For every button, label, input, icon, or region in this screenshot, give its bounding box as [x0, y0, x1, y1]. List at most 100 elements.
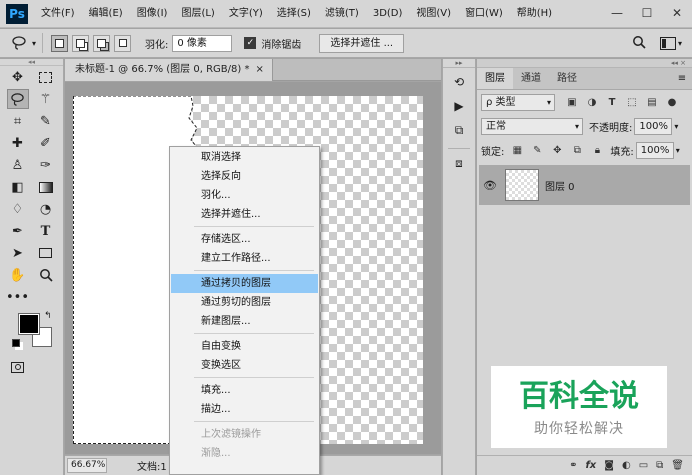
- layer-row[interactable]: 👁︎ 图层 0: [479, 165, 690, 205]
- subtract-selection-mode-button[interactable]: [93, 34, 111, 52]
- history-panel-icon[interactable]: ⟲: [448, 72, 470, 92]
- context-menu-item[interactable]: 填充...: [171, 381, 318, 400]
- layer-name[interactable]: 图层 0: [545, 178, 575, 193]
- quick-mask-icon[interactable]: [7, 357, 29, 377]
- context-menu-item[interactable]: 建立工作路径...: [171, 249, 318, 268]
- select-and-mask-button[interactable]: 选择并遮住 ...: [319, 33, 405, 53]
- fill-chevron-icon[interactable]: ▾: [676, 146, 680, 155]
- adjustment-filter-icon[interactable]: ◑: [585, 95, 599, 109]
- trash-icon[interactable]: 🗑︎: [671, 460, 684, 471]
- menu-item[interactable]: 图层(L): [174, 0, 221, 28]
- dodge-tool-icon[interactable]: ◔: [35, 199, 57, 219]
- zoom-field[interactable]: 66.67%: [67, 458, 107, 473]
- context-menu-item[interactable]: 存储选区...: [171, 230, 318, 249]
- tool-preset-chevron-icon[interactable]: ▾: [32, 39, 36, 48]
- context-menu-item[interactable]: 新建图层...: [171, 312, 318, 331]
- foreground-color-swatch[interactable]: [18, 313, 40, 335]
- fx-icon[interactable]: fx: [585, 460, 596, 471]
- workspace-icon[interactable]: ▾: [659, 36, 682, 50]
- crop-tool-icon[interactable]: ⌗: [7, 111, 29, 131]
- type-tool-icon[interactable]: T: [35, 221, 57, 241]
- minimize-button[interactable]: —: [602, 0, 632, 26]
- group-icon[interactable]: ▭: [639, 460, 648, 471]
- intersect-selection-mode-button[interactable]: [114, 34, 132, 52]
- blend-mode-select[interactable]: 正常 ▾: [481, 117, 583, 135]
- menu-item[interactable]: 文字(Y): [222, 0, 270, 28]
- antialias-checkbox[interactable]: ✓: [244, 37, 257, 49]
- context-menu-item[interactable]: 选择反向: [171, 167, 318, 186]
- context-menu-item[interactable]: 通过拷贝的图层: [171, 274, 318, 293]
- context-menu-item[interactable]: 自由变换: [171, 337, 318, 356]
- eraser-tool-icon[interactable]: ◧: [7, 177, 29, 197]
- fill-input[interactable]: 100%: [635, 141, 674, 159]
- menu-item[interactable]: 文件(F): [34, 0, 82, 28]
- menu-item[interactable]: 滤镜(T): [318, 0, 366, 28]
- shape-filter-icon[interactable]: ⬚: [625, 95, 639, 109]
- lasso-tool-icon[interactable]: [6, 89, 29, 109]
- rectangle-tool-icon[interactable]: [35, 243, 57, 263]
- default-colors-icon[interactable]: [12, 339, 20, 347]
- close-tab-icon[interactable]: ×: [255, 64, 263, 75]
- menu-item[interactable]: 3D(D): [366, 0, 410, 28]
- filter-kind-select[interactable]: ρ 类型 ▾: [481, 93, 555, 111]
- filter-toggle-icon[interactable]: ●: [665, 95, 679, 109]
- gradient-tool-icon[interactable]: [35, 177, 57, 197]
- swap-colors-icon[interactable]: ↰: [44, 311, 52, 321]
- tab-layers[interactable]: 图层: [477, 68, 513, 89]
- layer-thumbnail[interactable]: [505, 169, 539, 201]
- actions-panel-icon[interactable]: ▶: [448, 96, 470, 116]
- context-menu-item[interactable]: 通过剪切的图层: [171, 293, 318, 312]
- maximize-button[interactable]: ☐: [632, 0, 662, 26]
- tools-collapse-icon[interactable]: ◂◂: [0, 58, 63, 66]
- history-brush-tool-icon[interactable]: ✑: [35, 155, 57, 175]
- brush-tool-icon[interactable]: ✐: [35, 133, 57, 153]
- new-selection-mode-button[interactable]: [51, 34, 69, 52]
- panel-collapse-icon[interactable]: ◂◂ ×: [477, 59, 692, 68]
- panel-menu-icon[interactable]: ≡: [672, 68, 692, 89]
- link-icon[interactable]: ⚭: [569, 460, 577, 471]
- lock-transparency-icon[interactable]: ▦: [510, 143, 524, 157]
- add-selection-mode-button[interactable]: [72, 34, 90, 52]
- zoom-tool-icon[interactable]: [35, 265, 57, 285]
- context-menu-item[interactable]: 描边...: [171, 400, 318, 419]
- blur-tool-icon[interactable]: ♢: [7, 199, 29, 219]
- menu-item[interactable]: 编辑(E): [82, 0, 130, 28]
- clone-stamp-tool-icon[interactable]: ♙: [7, 155, 29, 175]
- properties-panel-icon[interactable]: ⧈: [448, 153, 470, 173]
- pixel-filter-icon[interactable]: ▣: [565, 95, 579, 109]
- mask-icon[interactable]: ◙: [604, 460, 614, 471]
- type-filter-icon[interactable]: T: [605, 95, 619, 109]
- opacity-chevron-icon[interactable]: ▾: [674, 122, 678, 131]
- feather-input[interactable]: 0 像素: [172, 34, 233, 52]
- menu-item[interactable]: 选择(S): [270, 0, 318, 28]
- lock-all-icon[interactable]: 🔒︎: [590, 143, 604, 157]
- context-menu-item[interactable]: 变换选区: [171, 356, 318, 375]
- menu-item[interactable]: 帮助(H): [510, 0, 559, 28]
- context-menu-item[interactable]: 选择并遮住...: [171, 205, 318, 224]
- lock-position-icon[interactable]: ✥: [550, 143, 564, 157]
- search-icon[interactable]: [632, 35, 646, 52]
- context-menu-item[interactable]: 取消选择: [171, 148, 318, 167]
- context-menu-item[interactable]: 羽化...: [171, 186, 318, 205]
- 3d-panel-icon[interactable]: ⧉: [448, 120, 470, 140]
- eyedropper-tool-icon[interactable]: ✎: [35, 111, 57, 131]
- opacity-input[interactable]: 100%: [634, 117, 673, 135]
- tab-channels[interactable]: 通道: [513, 68, 549, 89]
- menu-item[interactable]: 视图(V): [409, 0, 458, 28]
- path-selection-tool-icon[interactable]: ➤: [7, 243, 29, 263]
- lock-pixels-icon[interactable]: ✎: [530, 143, 544, 157]
- close-window-button[interactable]: ✕: [662, 0, 692, 26]
- adjustment-icon[interactable]: ◐: [622, 460, 631, 471]
- hand-tool-icon[interactable]: ✋: [7, 265, 29, 285]
- strip-collapse-icon[interactable]: ▸▸: [443, 59, 475, 68]
- lock-artboard-icon[interactable]: ⧉: [570, 143, 584, 157]
- tab-paths[interactable]: 路径: [549, 68, 585, 89]
- move-tool-icon[interactable]: ✥: [7, 67, 29, 87]
- eye-icon[interactable]: 👁︎: [479, 179, 501, 192]
- smart-object-filter-icon[interactable]: ▤: [645, 95, 659, 109]
- edit-toolbar-icon[interactable]: •••: [6, 287, 29, 307]
- document-tab[interactable]: 未标题-1 @ 66.7% (图层 0, RGB/8) * ×: [65, 59, 273, 81]
- pen-tool-icon[interactable]: ✒: [7, 221, 29, 241]
- lasso-icon[interactable]: [8, 33, 30, 53]
- magic-wand-tool-icon[interactable]: ⚚: [35, 89, 57, 109]
